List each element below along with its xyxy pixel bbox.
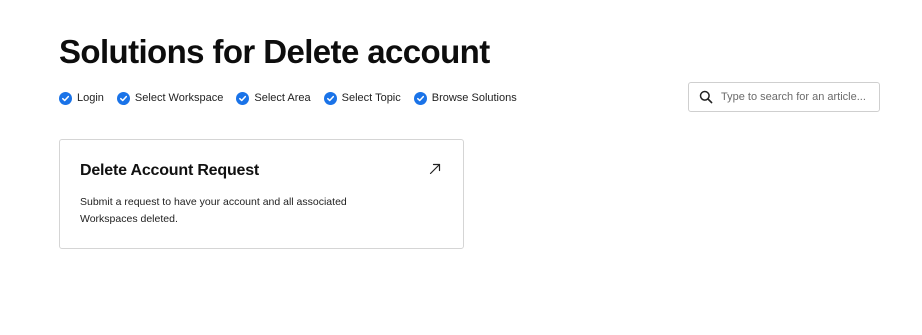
search-input[interactable] [721,91,876,103]
step-select-workspace[interactable]: Select Workspace [116,91,224,105]
step-login[interactable]: Login [59,91,104,105]
progress-steps: Login Select Workspace Select Area Selec… [59,90,530,106]
step-select-area[interactable]: Select Area [236,91,311,105]
solution-card[interactable]: Delete Account Request Submit a request … [59,139,464,249]
step-browse-solutions[interactable]: Browse Solutions [413,91,517,105]
external-arrow-icon [429,162,441,175]
check-circle-icon [59,91,72,105]
check-circle-icon [323,91,337,105]
search-icon [699,90,713,104]
step-select-topic[interactable]: Select Topic [323,91,401,105]
check-circle-icon [116,91,130,105]
step-label: Select Area [254,92,311,104]
check-circle-icon [236,91,250,105]
page-title: Solutions for Delete account [59,33,490,70]
article-search[interactable] [688,82,880,112]
step-label: Browse Solutions [431,92,517,104]
step-label: Login [77,92,104,104]
check-circle-icon [413,91,427,105]
solution-card-description: Submit a request to have your account an… [80,196,347,225]
solution-card-title: Delete Account Request [80,162,260,179]
step-label: Select Topic [341,92,401,104]
step-label: Select Workspace [134,92,224,104]
